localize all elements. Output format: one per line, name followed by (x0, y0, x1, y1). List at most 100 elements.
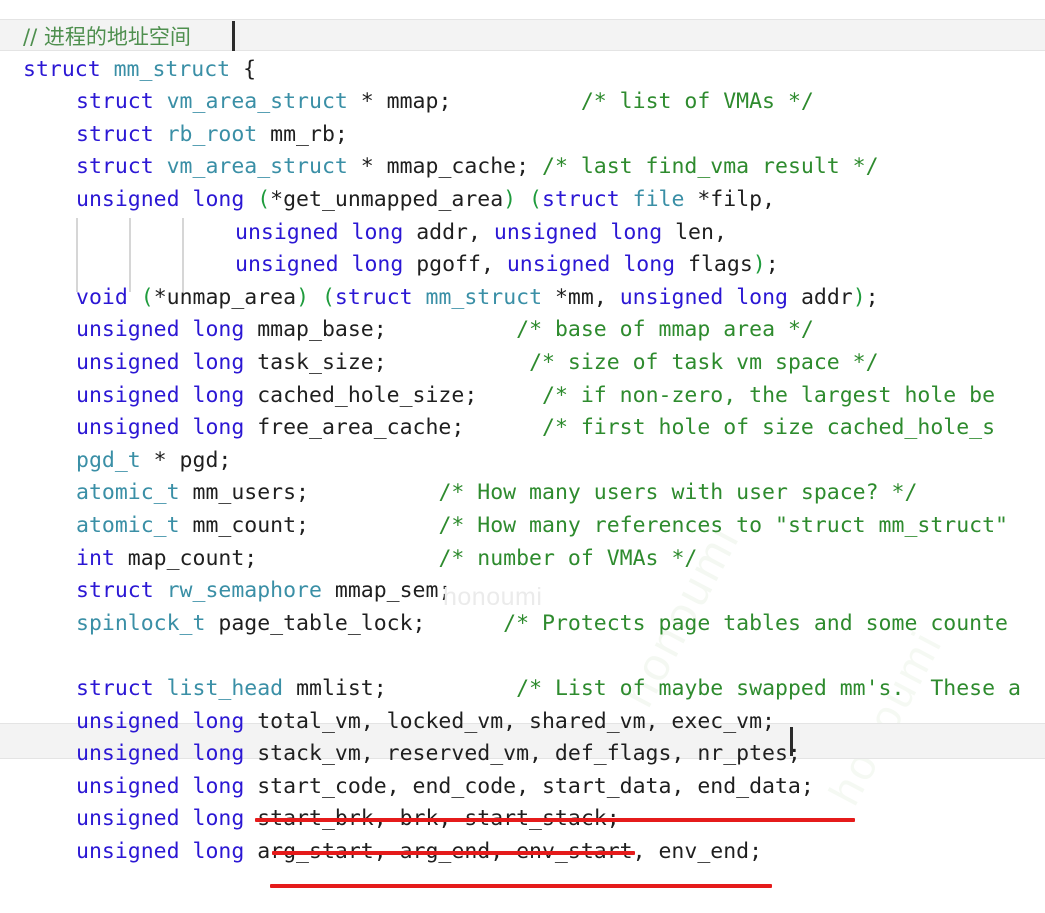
text-cursor-line-1 (232, 21, 235, 51)
code-line[interactable]: unsigned long start_code, end_code, star… (0, 771, 1045, 803)
code-token: /* How many references to "struct mm_str… (438, 513, 1008, 538)
code-token: /* last find_vma result */ (542, 154, 879, 180)
code-token: struct (334, 284, 426, 310)
code-token: file (632, 187, 698, 212)
code-token: unsigned long (76, 415, 258, 441)
code-token: ) ( (296, 284, 335, 310)
code-token: start_code, end_code, start_data, end_da… (257, 773, 814, 799)
code-token: vm_area_struct (166, 89, 361, 115)
code-token: /* base of mmap area */ (516, 317, 814, 343)
code-token: struct (76, 676, 167, 701)
code-token: ) ( (503, 187, 543, 212)
code-line-text: struct vm_area_struct * mmap_cache; /* l… (0, 151, 879, 183)
code-line[interactable] (0, 640, 1045, 672)
code-token: struct (76, 121, 167, 147)
code-line-text: struct list_head mmlist; /* List of mayb… (0, 673, 1021, 705)
code-token: unsigned long (506, 252, 689, 278)
code-token: addr, (416, 219, 494, 245)
code-line[interactable]: unsigned long stack_vm, reserved_vm, def… (0, 738, 1045, 770)
code-line-text: unsigned long start_code, end_code, star… (0, 771, 814, 803)
code-line[interactable]: // 进程的地址空间 (0, 21, 1045, 53)
code-token: mm_struct (113, 56, 244, 82)
code-line[interactable]: struct rw_semaphore mmap_sem; (0, 575, 1045, 607)
code-line[interactable]: struct mm_struct { (0, 54, 1045, 86)
code-token: mm_count; (192, 513, 310, 538)
code-line[interactable]: unsigned long mmap_base; /* base of mmap… (0, 314, 1045, 346)
code-token: * mmap_cache; (360, 154, 542, 180)
code-line[interactable]: atomic_t mm_count; /* How many reference… (0, 510, 1045, 542)
code-token: stack_vm, reserved_vm, def_flags, nr_pte… (257, 741, 801, 767)
code-line-text: unsigned long stack_vm, reserved_vm, def… (0, 738, 801, 770)
code-token: task_size; (257, 350, 387, 375)
code-token: unsigned long (76, 317, 258, 343)
code-line[interactable]: struct vm_area_struct * mmap; /* list of… (0, 86, 1045, 118)
code-token: unsigned long (619, 284, 801, 310)
code-line[interactable]: unsigned long free_area_cache; /* first … (0, 412, 1045, 444)
code-line[interactable]: spinlock_t page_table_lock; /* Protects … (0, 608, 1045, 640)
code-line[interactable]: unsigned long task_size; /* size of task… (0, 347, 1045, 379)
code-token: { (243, 56, 257, 82)
code-line[interactable]: unsigned long addr, unsigned long len, (0, 217, 1045, 249)
code-token: unsigned long (76, 708, 258, 734)
code-token: mm_users; (192, 480, 310, 506)
code-line[interactable]: unsigned long cached_hole_size; /* if no… (0, 380, 1045, 412)
code-token: void (76, 284, 141, 310)
code-token: map_count; (127, 545, 258, 571)
code-line[interactable]: struct vm_area_struct * mmap_cache; /* l… (0, 151, 1045, 183)
code-token: *filp, (697, 187, 776, 212)
code-line[interactable]: unsigned long (*get_unmapped_area) (stru… (0, 184, 1045, 216)
annotation-underline-1 (255, 818, 855, 822)
code-content[interactable]: // 进程的地址空间 struct mm_struct {struct vm_ar… (0, 0, 1045, 913)
code-token: unsigned long (76, 741, 258, 767)
code-line-text: unsigned long pgoff, unsigned long flags… (0, 249, 779, 281)
code-token: len, (675, 219, 727, 245)
code-token: addr (800, 284, 853, 310)
code-token: atomic_t (76, 513, 193, 538)
code-token: ) (752, 252, 766, 278)
code-token: rb_root (166, 121, 271, 147)
code-token: ( (140, 284, 154, 310)
code-token: ( (257, 187, 271, 212)
code-line-text: int map_count; /* number of VMAs */ (0, 543, 697, 575)
code-line[interactable]: pgd_t * pgd; (0, 445, 1045, 477)
code-token: struct (542, 187, 633, 212)
code-token: unsigned long (235, 252, 417, 278)
code-line[interactable]: unsigned long pgoff, unsigned long flags… (0, 249, 1045, 281)
code-line[interactable]: unsigned long total_vm, locked_vm, share… (0, 706, 1045, 738)
code-line[interactable]: atomic_t mm_users; /* How many users wit… (0, 477, 1045, 509)
code-token: * mmap; (360, 89, 452, 115)
code-line[interactable]: struct list_head mmlist; /* List of mayb… (0, 673, 1045, 705)
code-token: struct (76, 578, 167, 604)
code-token: unsigned long (76, 187, 258, 212)
code-line[interactable]: int map_count; /* number of VMAs */ (0, 543, 1045, 575)
code-token: ) (852, 284, 866, 310)
code-line-text: // 进程的地址空间 (0, 21, 191, 54)
code-token: mm_struct (425, 284, 555, 310)
code-token: unsigned long (76, 839, 258, 864)
code-token: page_table_lock; (218, 610, 426, 636)
code-token: /* How many users with user space? */ (438, 480, 918, 506)
code-token: rw_semaphore (166, 578, 335, 604)
code-token: /* size of task vm space */ (529, 350, 879, 375)
code-token: /* if non-zero, the largest hole be (542, 382, 996, 408)
code-token: total_vm, locked_vm, shared_vm, exec_vm; (257, 708, 775, 734)
code-token: ; (865, 284, 879, 310)
code-line-text: struct rw_semaphore mmap_sem; (0, 575, 451, 607)
code-line[interactable]: struct rb_root mm_rb; (0, 119, 1045, 151)
code-token: mm_rb; (270, 121, 348, 147)
annotation-underline-3 (270, 884, 772, 888)
code-token: flags (688, 252, 753, 278)
code-token: struct (76, 89, 167, 115)
code-line[interactable]: void (*unmap_area) (struct mm_struct *mm… (0, 282, 1045, 314)
code-line-text: atomic_t mm_users; /* How many users wit… (0, 477, 917, 509)
code-token: /* number of VMAs */ (438, 545, 698, 571)
code-token: pgoff, (416, 252, 507, 278)
